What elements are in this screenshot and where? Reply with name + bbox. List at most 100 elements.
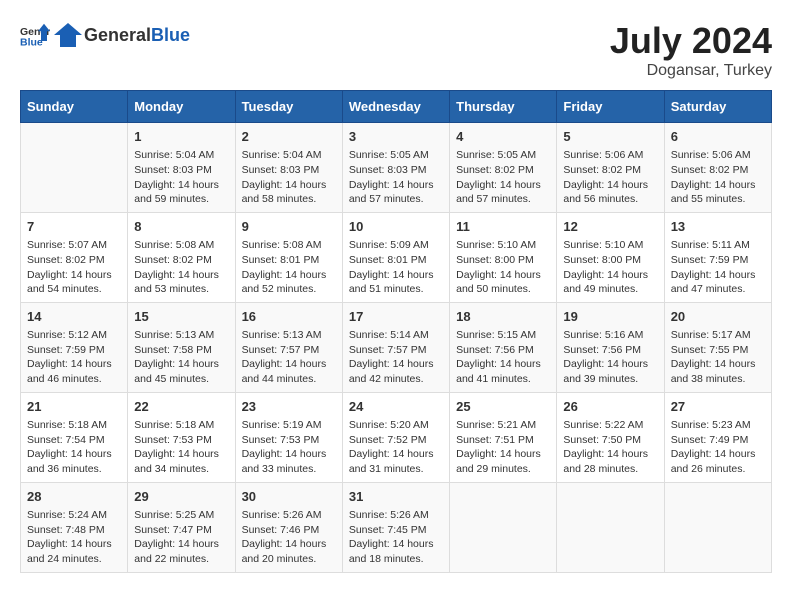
cell-content: Sunrise: 5:17 AM Sunset: 7:55 PM Dayligh… [671, 328, 765, 387]
day-number: 24 [349, 398, 443, 416]
day-number: 4 [456, 128, 550, 146]
calendar-cell: 10 Sunrise: 5:09 AM Sunset: 8:01 PM Dayli… [342, 212, 449, 302]
week-row-1: 1 Sunrise: 5:04 AM Sunset: 8:03 PM Daylig… [21, 123, 772, 213]
day-number: 5 [563, 128, 657, 146]
cell-content: Sunrise: 5:26 AM Sunset: 7:46 PM Dayligh… [242, 508, 336, 567]
day-number: 15 [134, 308, 228, 326]
day-number: 18 [456, 308, 550, 326]
calendar-cell: 7Sunrise: 5:07 AM Sunset: 8:02 PM Daylig… [21, 212, 128, 302]
day-number: 29 [134, 488, 228, 506]
calendar-cell: 24 Sunrise: 5:20 AM Sunset: 7:52 PM Dayli… [342, 392, 449, 482]
day-number: 21 [27, 398, 121, 416]
cell-content: Sunrise: 5:19 AM Sunset: 7:53 PM Dayligh… [242, 418, 336, 477]
day-number: 6 [671, 128, 765, 146]
cell-content: Sunrise: 5:18 AM Sunset: 7:54 PM Dayligh… [27, 418, 121, 477]
cell-content: Sunrise: 5:10 AM Sunset: 8:00 PM Dayligh… [456, 238, 550, 297]
calendar-cell: 23Sunrise: 5:19 AM Sunset: 7:53 PM Dayli… [235, 392, 342, 482]
cell-content: Sunrise: 5:08 AM Sunset: 8:02 PM Dayligh… [134, 238, 228, 297]
cell-content: Sunrise: 5:20 AM Sunset: 7:52 PM Dayligh… [349, 418, 443, 477]
calendar-cell: 4 Sunrise: 5:05 AM Sunset: 8:02 PM Daylig… [450, 123, 557, 213]
cell-content: Sunrise: 5:04 AM Sunset: 8:03 PM Dayligh… [134, 148, 228, 207]
header-tuesday: Tuesday [235, 91, 342, 123]
day-number: 16 [242, 308, 336, 326]
calendar-cell [557, 482, 664, 572]
cell-content: Sunrise: 5:26 AM Sunset: 7:45 PM Dayligh… [349, 508, 443, 567]
day-number: 14 [27, 308, 121, 326]
day-number: 27 [671, 398, 765, 416]
cell-content: Sunrise: 5:15 AM Sunset: 7:56 PM Dayligh… [456, 328, 550, 387]
week-row-4: 21 Sunrise: 5:18 AM Sunset: 7:54 PM Dayli… [21, 392, 772, 482]
cell-content: Sunrise: 5:22 AM Sunset: 7:50 PM Dayligh… [563, 418, 657, 477]
calendar-cell: 8Sunrise: 5:08 AM Sunset: 8:02 PM Daylig… [128, 212, 235, 302]
day-number: 22 [134, 398, 228, 416]
calendar-cell: 2Sunrise: 5:04 AM Sunset: 8:03 PM Daylig… [235, 123, 342, 213]
main-title: July 2024 [610, 20, 772, 62]
cell-content: Sunrise: 5:23 AM Sunset: 7:49 PM Dayligh… [671, 418, 765, 477]
calendar-cell [21, 123, 128, 213]
header-saturday: Saturday [664, 91, 771, 123]
logo-bird-icon [54, 21, 82, 49]
calendar-cell: 14 Sunrise: 5:12 AM Sunset: 7:59 PM Dayli… [21, 302, 128, 392]
calendar-table: SundayMondayTuesdayWednesdayThursdayFrid… [20, 90, 772, 573]
day-number: 31 [349, 488, 443, 506]
day-number: 2 [242, 128, 336, 146]
week-row-2: 7Sunrise: 5:07 AM Sunset: 8:02 PM Daylig… [21, 212, 772, 302]
day-number: 26 [563, 398, 657, 416]
calendar-cell: 21 Sunrise: 5:18 AM Sunset: 7:54 PM Dayli… [21, 392, 128, 482]
day-number: 3 [349, 128, 443, 146]
day-number: 19 [563, 308, 657, 326]
calendar-cell: 20 Sunrise: 5:17 AM Sunset: 7:55 PM Dayli… [664, 302, 771, 392]
day-number: 12 [563, 218, 657, 236]
calendar-cell: 28 Sunrise: 5:24 AM Sunset: 7:48 PM Dayli… [21, 482, 128, 572]
calendar-cell: 30 Sunrise: 5:26 AM Sunset: 7:46 PM Dayli… [235, 482, 342, 572]
cell-content: Sunrise: 5:07 AM Sunset: 8:02 PM Dayligh… [27, 238, 121, 297]
header-thursday: Thursday [450, 91, 557, 123]
calendar-cell: 25 Sunrise: 5:21 AM Sunset: 7:51 PM Dayli… [450, 392, 557, 482]
calendar-cell: 31 Sunrise: 5:26 AM Sunset: 7:45 PM Dayli… [342, 482, 449, 572]
cell-content: Sunrise: 5:06 AM Sunset: 8:02 PM Dayligh… [563, 148, 657, 207]
day-number: 30 [242, 488, 336, 506]
calendar-cell: 16Sunrise: 5:13 AM Sunset: 7:57 PM Dayli… [235, 302, 342, 392]
header-sunday: Sunday [21, 91, 128, 123]
calendar-cell: 18 Sunrise: 5:15 AM Sunset: 7:56 PM Dayli… [450, 302, 557, 392]
header-row: SundayMondayTuesdayWednesdayThursdayFrid… [21, 91, 772, 123]
calendar-cell [664, 482, 771, 572]
week-row-5: 28 Sunrise: 5:24 AM Sunset: 7:48 PM Dayli… [21, 482, 772, 572]
logo-text: GeneralBlue [84, 25, 190, 46]
cell-content: Sunrise: 5:05 AM Sunset: 8:02 PM Dayligh… [456, 148, 550, 207]
cell-content: Sunrise: 5:09 AM Sunset: 8:01 PM Dayligh… [349, 238, 443, 297]
cell-content: Sunrise: 5:13 AM Sunset: 7:58 PM Dayligh… [134, 328, 228, 387]
header-friday: Friday [557, 91, 664, 123]
day-number: 11 [456, 218, 550, 236]
day-number: 25 [456, 398, 550, 416]
cell-content: Sunrise: 5:16 AM Sunset: 7:56 PM Dayligh… [563, 328, 657, 387]
cell-content: Sunrise: 5:10 AM Sunset: 8:00 PM Dayligh… [563, 238, 657, 297]
header-wednesday: Wednesday [342, 91, 449, 123]
cell-content: Sunrise: 5:18 AM Sunset: 7:53 PM Dayligh… [134, 418, 228, 477]
cell-content: Sunrise: 5:21 AM Sunset: 7:51 PM Dayligh… [456, 418, 550, 477]
cell-content: Sunrise: 5:08 AM Sunset: 8:01 PM Dayligh… [242, 238, 336, 297]
calendar-cell: 19 Sunrise: 5:16 AM Sunset: 7:56 PM Dayli… [557, 302, 664, 392]
calendar-cell: 15 Sunrise: 5:13 AM Sunset: 7:58 PM Dayli… [128, 302, 235, 392]
calendar-cell: 9 Sunrise: 5:08 AM Sunset: 8:01 PM Daylig… [235, 212, 342, 302]
day-number: 28 [27, 488, 121, 506]
day-number: 13 [671, 218, 765, 236]
calendar-cell [450, 482, 557, 572]
calendar-cell: 6Sunrise: 5:06 AM Sunset: 8:02 PM Daylig… [664, 123, 771, 213]
day-number: 10 [349, 218, 443, 236]
day-number: 20 [671, 308, 765, 326]
logo: General Blue GeneralBlue [20, 20, 190, 50]
day-number: 9 [242, 218, 336, 236]
cell-content: Sunrise: 5:25 AM Sunset: 7:47 PM Dayligh… [134, 508, 228, 567]
logo-icon: General Blue [20, 20, 50, 50]
calendar-cell: 11 Sunrise: 5:10 AM Sunset: 8:00 PM Dayli… [450, 212, 557, 302]
day-number: 1 [134, 128, 228, 146]
cell-content: Sunrise: 5:24 AM Sunset: 7:48 PM Dayligh… [27, 508, 121, 567]
calendar-cell: 29 Sunrise: 5:25 AM Sunset: 7:47 PM Dayli… [128, 482, 235, 572]
day-number: 17 [349, 308, 443, 326]
week-row-3: 14 Sunrise: 5:12 AM Sunset: 7:59 PM Dayli… [21, 302, 772, 392]
calendar-cell: 27 Sunrise: 5:23 AM Sunset: 7:49 PM Dayli… [664, 392, 771, 482]
header-monday: Monday [128, 91, 235, 123]
cell-content: Sunrise: 5:12 AM Sunset: 7:59 PM Dayligh… [27, 328, 121, 387]
calendar-cell: 17Sunrise: 5:14 AM Sunset: 7:57 PM Dayli… [342, 302, 449, 392]
